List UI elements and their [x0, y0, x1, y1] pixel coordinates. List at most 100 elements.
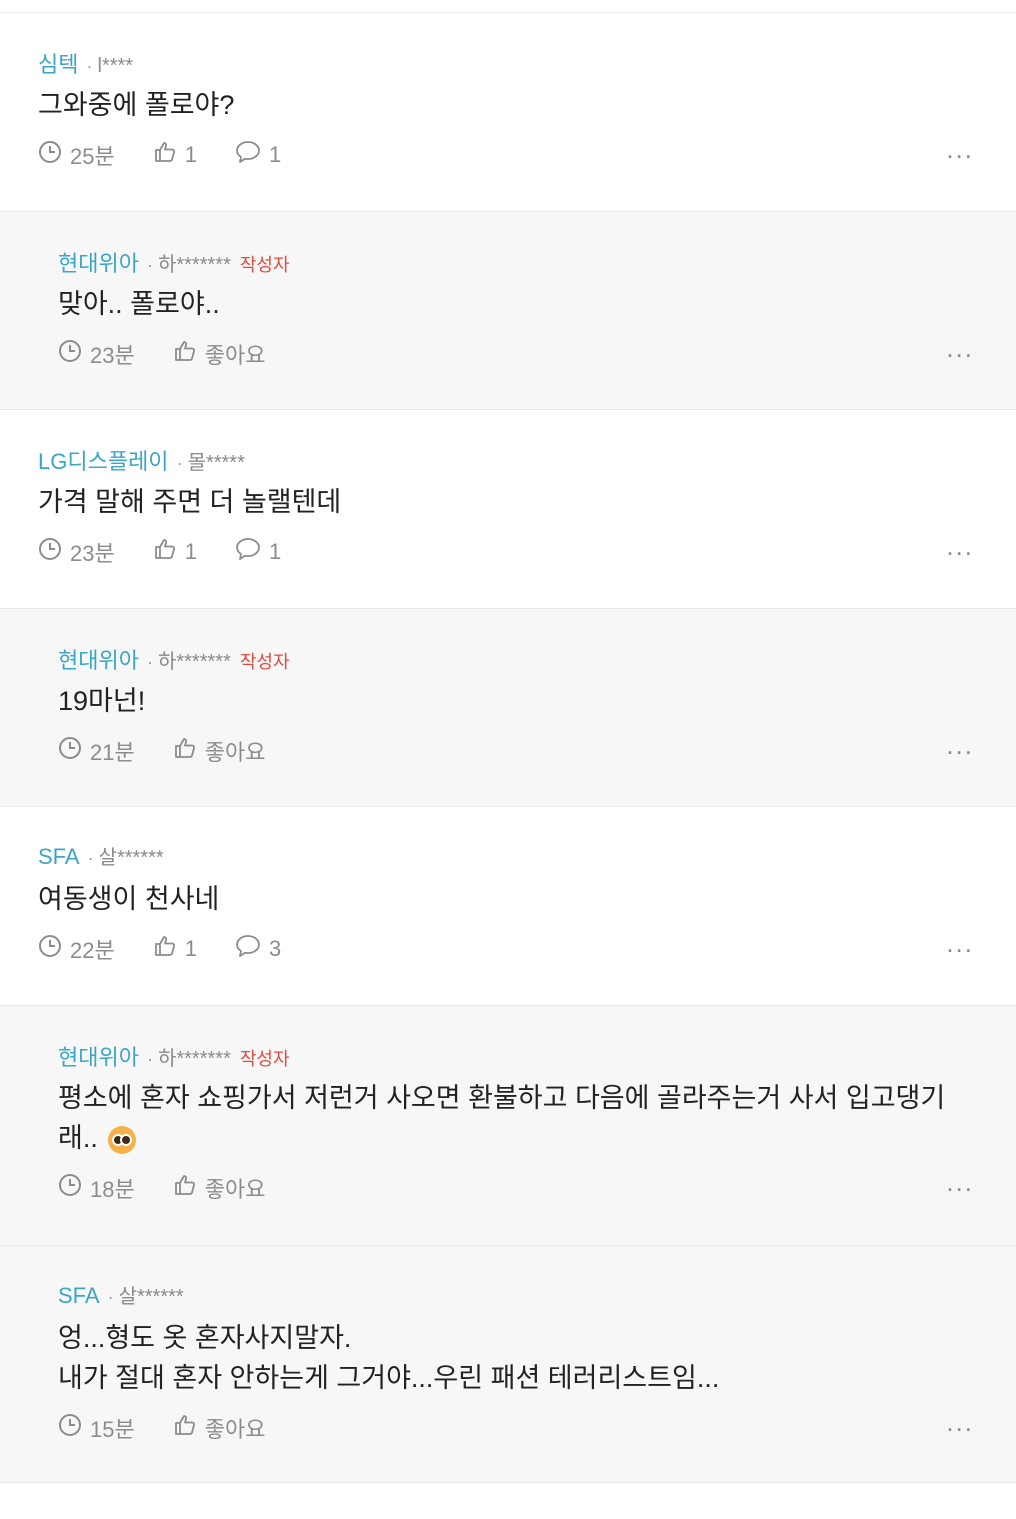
time: 23분 [58, 338, 135, 370]
more-dots-icon[interactable]: ... [946, 930, 974, 956]
like-count: 좋아요 [204, 740, 266, 765]
comment-body: 가격 말해 주면 더 놀랠텐데 [38, 487, 342, 517]
company-name[interactable]: 심텍 [38, 47, 78, 79]
comment-meta: SFA · 살****** [38, 841, 976, 871]
comment-actions: 22분 1 3... [38, 930, 1016, 965]
comment-list: 심텍 · l**** 그와중에 폴로야? 25분 1 1... 현대위아 · 하******* 작성… [0, 12, 1016, 1483]
comment-actions: 15분 좋아요... [58, 1409, 1016, 1444]
thumbs-up-icon [153, 537, 185, 567]
comment-body: 그와중에 폴로야? [38, 90, 235, 120]
company-name[interactable]: 현대위아 [58, 643, 139, 675]
nickname[interactable]: 살****** [119, 1280, 184, 1309]
reply-comment: 현대위아 · 하******* 작성자 19마넌! 21분 좋아요... [0, 609, 1016, 807]
comment-actions: 18분 좋아요... [58, 1169, 1016, 1204]
reply-comment: 현대위아 · 하******* 작성자맞아.. 폴로야.. 23분 좋아요... [0, 212, 1016, 410]
thumbs-up-icon [173, 736, 205, 766]
reply-count: 1 [268, 142, 282, 167]
comment-text: 엉...형도 옷 혼자사지말자. 내가 절대 혼자 안하는게 그거야...우린 … [58, 1318, 976, 1398]
comment-body: 평소에 혼자 쇼핑가서 저런거 사오면 환불하고 다음에 골라주는거 사서 입고… [58, 1083, 946, 1153]
nickname[interactable]: l**** [97, 55, 133, 78]
like-button[interactable]: 1 [153, 934, 197, 964]
comment-item: LG디스플레이 · 몰***** 가격 말해 주면 더 놀랠텐데 23분 1 1... [0, 410, 1016, 609]
comment-meta: 현대위아 · 하******* 작성자 [58, 643, 976, 673]
comment-meta: 현대위아 · 하******* 작성자 [58, 1040, 976, 1070]
like-button[interactable]: 1 [153, 140, 197, 170]
comment-body: 맞아.. 폴로야.. [58, 289, 220, 319]
nickname[interactable]: 몰***** [188, 446, 245, 475]
speech-bubble-icon [235, 537, 269, 567]
clock-icon [38, 140, 70, 170]
like-count: 좋아요 [204, 343, 266, 368]
company-name[interactable]: LG디스플레이 [38, 444, 169, 476]
more-dots-icon[interactable]: ... [946, 1409, 974, 1435]
clock-icon [58, 1173, 90, 1203]
like-button[interactable]: 좋아요 [173, 1412, 265, 1444]
separator: · [146, 255, 153, 275]
more-dots-icon[interactable]: ... [946, 335, 974, 361]
separator: · [176, 453, 183, 473]
thumbs-up-icon [173, 1173, 205, 1203]
like-button[interactable]: 1 [153, 537, 197, 567]
like-button[interactable]: 좋아요 [173, 735, 266, 767]
more-dots-icon[interactable]: ... [946, 1169, 974, 1195]
nickname[interactable]: 하******* [158, 248, 231, 277]
like-count: 1 [184, 142, 197, 167]
comment-text: 여동생이 천사네 [38, 879, 976, 919]
clock-icon [58, 1413, 90, 1443]
comment-text: 가격 말해 주면 더 놀랠텐데 [38, 482, 976, 522]
like-button[interactable]: 좋아요 [173, 1172, 265, 1204]
comment-body: 여동생이 천사네 [38, 884, 220, 914]
company-name[interactable]: 현대위아 [58, 246, 139, 278]
comment-actions: 21분 좋아요... [58, 732, 1016, 767]
time-text: 25분 [70, 144, 115, 169]
separator: · [107, 1287, 114, 1307]
reply-button[interactable]: 1 [235, 140, 281, 170]
comment-text: 맞아.. 폴로야.. [58, 284, 976, 324]
more-dots-icon[interactable]: ... [946, 732, 974, 758]
author-badge: 작성자 [239, 255, 290, 275]
separator: · [146, 1049, 153, 1069]
time: 25분 [38, 139, 115, 171]
more-dots-icon[interactable]: ... [946, 136, 974, 162]
time: 18분 [58, 1172, 135, 1204]
author-badge: 작성자 [239, 1049, 290, 1069]
reply-comment: 현대위아 · 하******* 작성자평소에 혼자 쇼핑가서 저런거 사오면 환불하고… [0, 1006, 1016, 1246]
comment-text: 19마넌! [58, 681, 976, 721]
comment-item: SFA · 살****** 여동생이 천사네 22분 1 3... [0, 807, 1016, 1006]
separator: · [146, 652, 153, 672]
time: 23분 [38, 536, 115, 568]
nickname[interactable]: 하******* [158, 645, 231, 674]
thumbs-up-icon [173, 1413, 205, 1443]
speech-bubble-icon [235, 140, 269, 170]
like-button[interactable]: 좋아요 [173, 338, 266, 370]
clock-icon [38, 934, 70, 964]
company-name[interactable]: 현대위아 [58, 1040, 139, 1072]
reply-button[interactable]: 1 [235, 537, 281, 567]
comment-actions: 25분 1 1... [38, 136, 1016, 171]
comment-body: 19마넌! [58, 686, 146, 716]
time-text: 21분 [90, 740, 135, 765]
nickname[interactable]: 살****** [99, 841, 164, 870]
time-text: 23분 [90, 343, 135, 368]
reply-button[interactable]: 3 [235, 934, 281, 964]
pleading-face-icon [107, 1125, 136, 1154]
time-text: 18분 [90, 1177, 135, 1202]
time: 21분 [58, 735, 135, 767]
more-dots-icon[interactable]: ... [946, 533, 974, 559]
nickname[interactable]: 하******* [158, 1042, 231, 1071]
reply-count: 3 [268, 936, 282, 961]
thumbs-up-icon [153, 140, 185, 170]
comment-text: 그와중에 폴로야? [38, 85, 976, 125]
comment-actions: 23분 좋아요... [58, 335, 1016, 370]
time-text: 22분 [70, 938, 115, 963]
clock-icon [38, 537, 70, 567]
author-badge: 작성자 [239, 652, 290, 672]
time-text: 15분 [90, 1417, 135, 1442]
comment-text: 평소에 혼자 쇼핑가서 저런거 사오면 환불하고 다음에 골라주는거 사서 입고… [58, 1078, 976, 1158]
comment-meta: LG디스플레이 · 몰***** [38, 444, 976, 474]
clock-icon [58, 736, 90, 766]
clock-icon [58, 339, 90, 369]
separator: · [87, 848, 94, 868]
company-name[interactable]: SFA [58, 1283, 100, 1309]
company-name[interactable]: SFA [38, 844, 80, 870]
